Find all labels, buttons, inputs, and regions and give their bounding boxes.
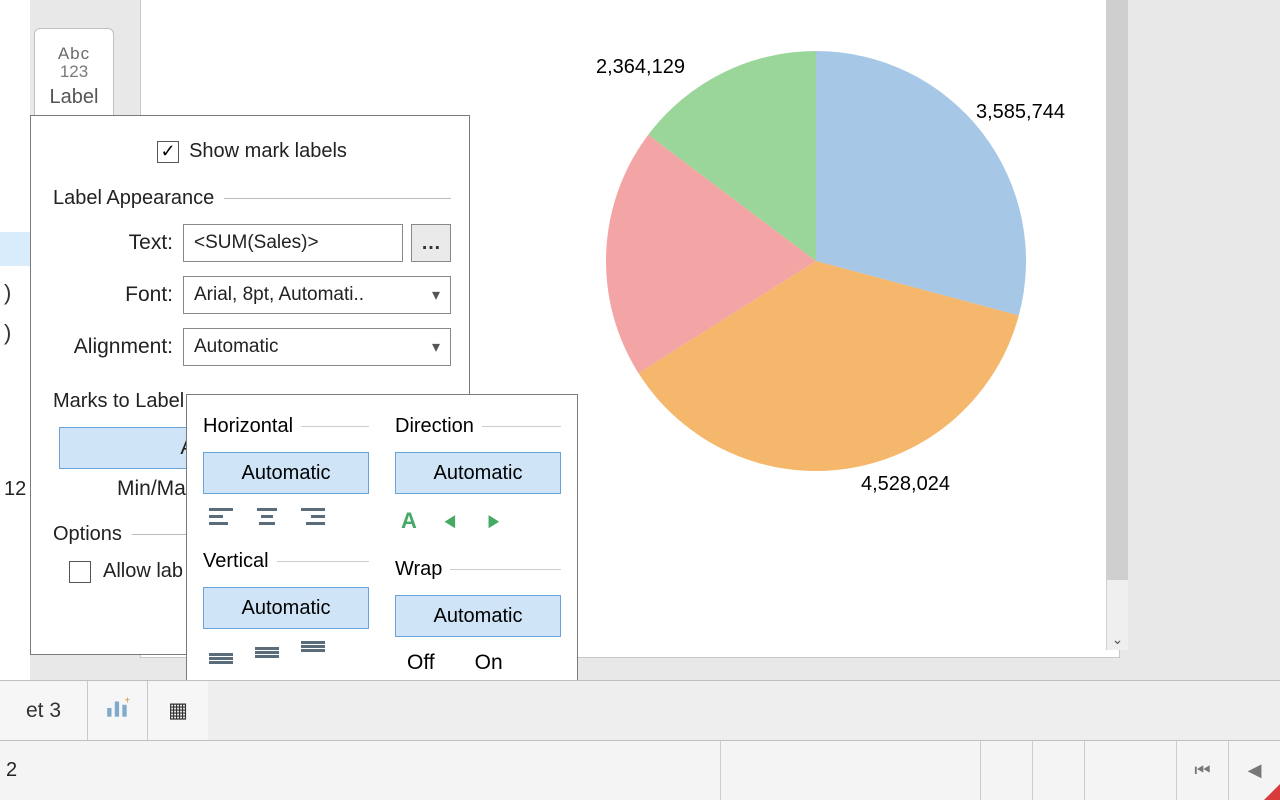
sheet-tab-label: et 3: [26, 699, 61, 723]
wrap-on-option[interactable]: On: [475, 651, 503, 675]
label-card-title: Label: [50, 86, 99, 109]
label-alignment-value: Automatic: [194, 336, 278, 358]
align-right-icon[interactable]: [301, 508, 325, 526]
wrap-automatic-button[interactable]: Automatic: [395, 595, 561, 637]
label-text-input[interactable]: <SUM(Sales)>: [183, 224, 403, 262]
horizontal-automatic-button[interactable]: Automatic: [203, 452, 369, 494]
new-dashboard-button[interactable]: ▦: [148, 681, 208, 740]
divider: [277, 561, 369, 562]
allow-labels-overlap-checkbox[interactable]: [69, 561, 91, 583]
status-segment: [1084, 741, 1176, 800]
status-segment: [720, 741, 980, 800]
nav-prev-icon: ◀: [1248, 760, 1262, 781]
divider: [482, 426, 561, 427]
svg-text:+: +: [124, 697, 130, 707]
label-alignment-select[interactable]: Automatic ▾: [183, 328, 451, 366]
edit-label-text-button[interactable]: …: [411, 224, 451, 262]
vertical-heading: Vertical: [203, 550, 269, 573]
new-dashboard-icon: ▦: [168, 698, 188, 723]
divider: [301, 426, 369, 427]
left-shelf-fragment: ) ) 12: [0, 0, 30, 680]
align-center-icon[interactable]: [255, 508, 279, 526]
direction-automatic-button[interactable]: Automatic: [395, 452, 561, 494]
valign-top-icon[interactable]: [301, 643, 325, 661]
options-heading: Options: [53, 523, 122, 546]
label-font-value: Arial, 8pt, Automati..: [194, 284, 364, 306]
status-segment: [1032, 741, 1084, 800]
wrap-auto-label: Automatic: [434, 605, 523, 628]
row-number-fragment: 12: [4, 478, 26, 501]
sheet-tab[interactable]: et 3: [0, 681, 88, 740]
vertical-automatic-button[interactable]: Automatic: [203, 587, 369, 629]
chevron-down-icon: ⌄: [1112, 631, 1124, 648]
label-appearance-heading: Label Appearance: [53, 187, 214, 210]
label-card-abc: Abc: [58, 44, 90, 64]
pie-slice-label: 2,364,129: [596, 56, 685, 79]
chevron-down-icon: ▾: [432, 337, 440, 357]
nav-first-icon: ⏮: [1194, 760, 1210, 781]
new-worksheet-button[interactable]: +: [88, 681, 148, 740]
pill-paren: ): [4, 280, 11, 306]
label-card-123: 123: [60, 62, 88, 82]
alignment-field-label: Alignment:: [53, 335, 183, 359]
pill-fragment: [0, 232, 30, 266]
valign-bottom-icon[interactable]: [209, 643, 233, 661]
sheet-tab-strip: et 3 + ▦: [0, 680, 1280, 740]
label-font-select[interactable]: Arial, 8pt, Automati.. ▾: [183, 276, 451, 314]
direction-left-icon[interactable]: ◄: [441, 508, 458, 534]
scroll-down-button[interactable]: ⌄: [1107, 628, 1128, 650]
direction-heading: Direction: [395, 415, 474, 438]
wrap-heading: Wrap: [395, 558, 442, 581]
show-mark-labels-checkbox[interactable]: ✓: [157, 141, 179, 163]
vertical-auto-label: Automatic: [242, 597, 331, 620]
pill-paren: ): [4, 320, 11, 346]
pie-slice-label: 4,528,024: [861, 473, 950, 496]
divider: [224, 198, 451, 199]
direction-normal-icon[interactable]: A: [401, 508, 417, 534]
direction-auto-label: Automatic: [434, 462, 523, 485]
chart-vertical-scrollbar[interactable]: ⌄: [1106, 0, 1128, 650]
ellipsis-icon: …: [421, 232, 441, 255]
marks-to-label-heading: Marks to Label: [53, 390, 184, 413]
horizontal-heading: Horizontal: [203, 415, 293, 438]
font-field-label: Font:: [53, 283, 183, 307]
scrollbar-thumb[interactable]: [1107, 0, 1128, 580]
horizontal-auto-label: Automatic: [242, 462, 331, 485]
wrap-off-option[interactable]: Off: [407, 651, 435, 675]
status-left-text: 2: [0, 759, 17, 782]
resize-grip-icon[interactable]: [1264, 784, 1280, 800]
marks-label-card[interactable]: Abc 123 Label: [34, 28, 114, 124]
pie-chart[interactable]: 3,585,7444,528,0242,364,129: [606, 51, 1026, 471]
show-mark-labels-label: Show mark labels: [189, 140, 347, 163]
valign-middle-icon[interactable]: [255, 643, 279, 661]
align-left-icon[interactable]: [209, 508, 233, 526]
allow-labels-label: Allow lab: [103, 560, 183, 583]
divider: [450, 569, 561, 570]
chevron-down-icon: ▾: [432, 285, 440, 305]
direction-right-icon[interactable]: ►: [485, 508, 502, 534]
label-text-value: <SUM(Sales)>: [194, 232, 319, 254]
status-bar: 2 ⏮ ◀: [0, 740, 1280, 800]
pie-slice-label: 3,585,744: [976, 101, 1065, 124]
status-segment: [980, 741, 1032, 800]
new-worksheet-icon: +: [105, 697, 131, 725]
nav-first-button[interactable]: ⏮: [1176, 741, 1228, 800]
text-field-label: Text:: [53, 231, 183, 255]
